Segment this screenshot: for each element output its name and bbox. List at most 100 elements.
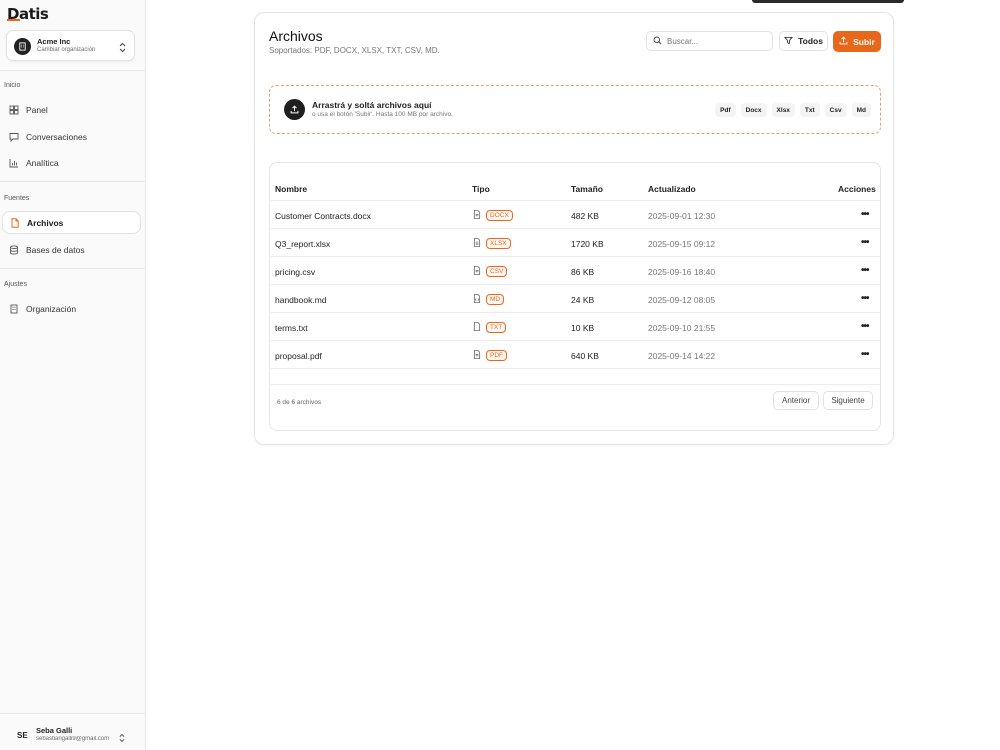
file-updated: 2025-09-10 21:55	[648, 323, 716, 333]
files-table: Nombre Tipo Tamaño Actualizado Acciones …	[269, 162, 881, 431]
logo-accent	[7, 19, 20, 21]
database-icon	[8, 244, 19, 255]
section-label-inicio: Inicio	[4, 82, 21, 89]
sidebar-item-label: Bases de datos	[26, 244, 85, 255]
sidebar-item-archivos[interactable]: Archivos	[2, 211, 141, 234]
table-row[interactable]: terms.txt TXT 10 KB 2025-09-10 21:55 •••	[270, 313, 880, 341]
more-actions-icon[interactable]: •••	[861, 321, 869, 332]
table-header: Nombre Tipo Tamaño Actualizado Acciones	[270, 177, 880, 201]
table-row[interactable]: Customer Contracts.docx DOCX 482 KB 2025…	[270, 201, 880, 229]
type-badge: MD	[486, 293, 505, 305]
user-email: sebastiangalli9@gmail.com	[36, 736, 110, 742]
column-header-actions: Acciones	[838, 184, 876, 194]
file-name: terms.txt	[275, 323, 308, 333]
filter-button[interactable]: Todos	[779, 31, 828, 51]
file-updated: 2025-09-15 09:12	[648, 239, 716, 249]
type-badge: CSV	[486, 265, 508, 277]
file-name: Customer Contracts.docx	[275, 211, 371, 221]
file-updated: 2025-09-12 08:05	[648, 295, 716, 305]
text-file-icon	[473, 318, 481, 336]
sidebar-item-panel[interactable]: Panel	[2, 98, 141, 121]
avatar: SE	[17, 731, 28, 740]
type-badge: DOCX	[486, 209, 513, 221]
sidebar-item-label: Panel	[26, 104, 48, 115]
file-size: 482 KB	[571, 211, 599, 221]
file-name: proposal.pdf	[275, 351, 322, 361]
chart-icon	[8, 157, 19, 168]
file-type: TXT	[473, 318, 507, 336]
dropzone-subtitle: o usa el botón 'Subir'. Hasta 100 MB por…	[312, 111, 453, 118]
file-name: pricing.csv	[275, 267, 316, 277]
format-chip: Docx	[740, 103, 767, 117]
file-size: 1720 KB	[571, 239, 604, 249]
building-icon	[19, 42, 26, 51]
table-row[interactable]: pricing.csv CSV 86 KB 2025-09-16 18:40 •…	[270, 257, 880, 285]
spreadsheet-icon	[473, 234, 481, 252]
table-row[interactable]: handbook.md MD 24 KB 2025-09-12 08:05 ••…	[270, 285, 880, 313]
file-name: Q3_report.xlsx	[275, 239, 331, 249]
sidebar: Datis Acme Inc Cambiar organización Inic…	[0, 0, 146, 750]
search-icon	[653, 32, 662, 50]
sidebar-item-label: Analítica	[26, 157, 59, 168]
sidebar-divider	[0, 70, 146, 71]
file-type: DOCX	[473, 206, 513, 224]
org-avatar	[14, 38, 31, 55]
column-header-name: Nombre	[275, 184, 308, 194]
sidebar-item-bases-de-datos[interactable]: Bases de datos	[2, 238, 141, 261]
file-size: 10 KB	[571, 323, 595, 333]
upload-label: Subir	[853, 36, 875, 47]
more-actions-icon[interactable]: •••	[861, 265, 869, 276]
file-updated: 2025-09-01 12:30	[648, 211, 716, 221]
sidebar-item-conversaciones[interactable]: Conversaciones	[2, 125, 141, 148]
format-chips: Pdf Docx Xlsx Txt Csv Md	[715, 103, 871, 117]
type-badge: PDF	[486, 349, 507, 361]
csv-file-icon	[473, 262, 481, 280]
user-menu[interactable]: SE Seba Galli sebastiangalli9@gmail.com	[0, 713, 146, 750]
file-size: 640 KB	[571, 351, 599, 361]
column-header-updated: Actualizado	[648, 184, 696, 194]
page-title: Archivos	[269, 28, 323, 44]
sidebar-item-analitica[interactable]: Analítica	[2, 151, 141, 174]
sidebar-item-organizacion[interactable]: Organización	[2, 297, 141, 320]
file-updated: 2025-09-16 18:40	[648, 267, 716, 277]
sidebar-item-label: Archivos	[27, 217, 64, 228]
format-chip: Pdf	[715, 103, 736, 117]
file-updated: 2025-09-14 14:22	[648, 351, 716, 361]
chevron-updown-icon	[119, 730, 125, 748]
org-switcher[interactable]: Acme Inc Cambiar organización	[6, 30, 135, 61]
file-name: handbook.md	[275, 295, 327, 305]
dashboard-icon	[8, 104, 19, 115]
chevron-updown-icon	[119, 40, 126, 58]
file-count: 6 de 6 archivos	[277, 399, 322, 406]
file-size: 86 KB	[571, 267, 595, 277]
dropzone[interactable]: Arrastrá y soltá archivos aquí o usa el …	[269, 85, 881, 134]
format-chip: Md	[851, 103, 871, 117]
more-actions-icon[interactable]: •••	[861, 237, 869, 248]
file-type: XLSX	[473, 234, 511, 252]
document-icon	[473, 206, 481, 224]
prev-page-button[interactable]: Anterior	[773, 391, 819, 410]
column-header-type: Tipo	[472, 184, 490, 194]
search-input[interactable]	[667, 36, 767, 46]
more-actions-icon[interactable]: •••	[861, 209, 869, 220]
search-box[interactable]	[646, 31, 773, 51]
file-size: 24 KB	[571, 295, 595, 305]
section-label-fuentes: Fuentes	[4, 195, 30, 202]
more-actions-icon[interactable]: •••	[861, 293, 869, 304]
sidebar-item-label: Organización	[26, 303, 77, 314]
more-actions-icon[interactable]: •••	[861, 349, 869, 360]
top-window-edge	[752, 0, 904, 3]
table-row[interactable]: Q3_report.xlsx XLSX 1720 KB 2025-09-15 0…	[270, 229, 880, 257]
table-row[interactable]: proposal.pdf PDF 640 KB 2025-09-14 14:22…	[270, 341, 880, 369]
format-chip: Xlsx	[771, 103, 795, 117]
file-type: CSV	[473, 262, 508, 280]
page-subtitle: Soportados: PDF, DOCX, XLSX, TXT, CSV, M…	[269, 46, 440, 55]
pdf-file-icon	[473, 346, 481, 364]
table-footer: 6 de 6 archivos Anterior Siguiente	[270, 384, 880, 430]
dropzone-title: Arrastrá y soltá archivos aquí	[312, 100, 432, 110]
format-chip: Csv	[824, 103, 847, 117]
next-page-button[interactable]: Siguiente	[823, 391, 873, 410]
type-badge: XLSX	[486, 237, 511, 249]
type-badge: TXT	[486, 321, 507, 333]
upload-button[interactable]: Subir	[833, 31, 881, 52]
